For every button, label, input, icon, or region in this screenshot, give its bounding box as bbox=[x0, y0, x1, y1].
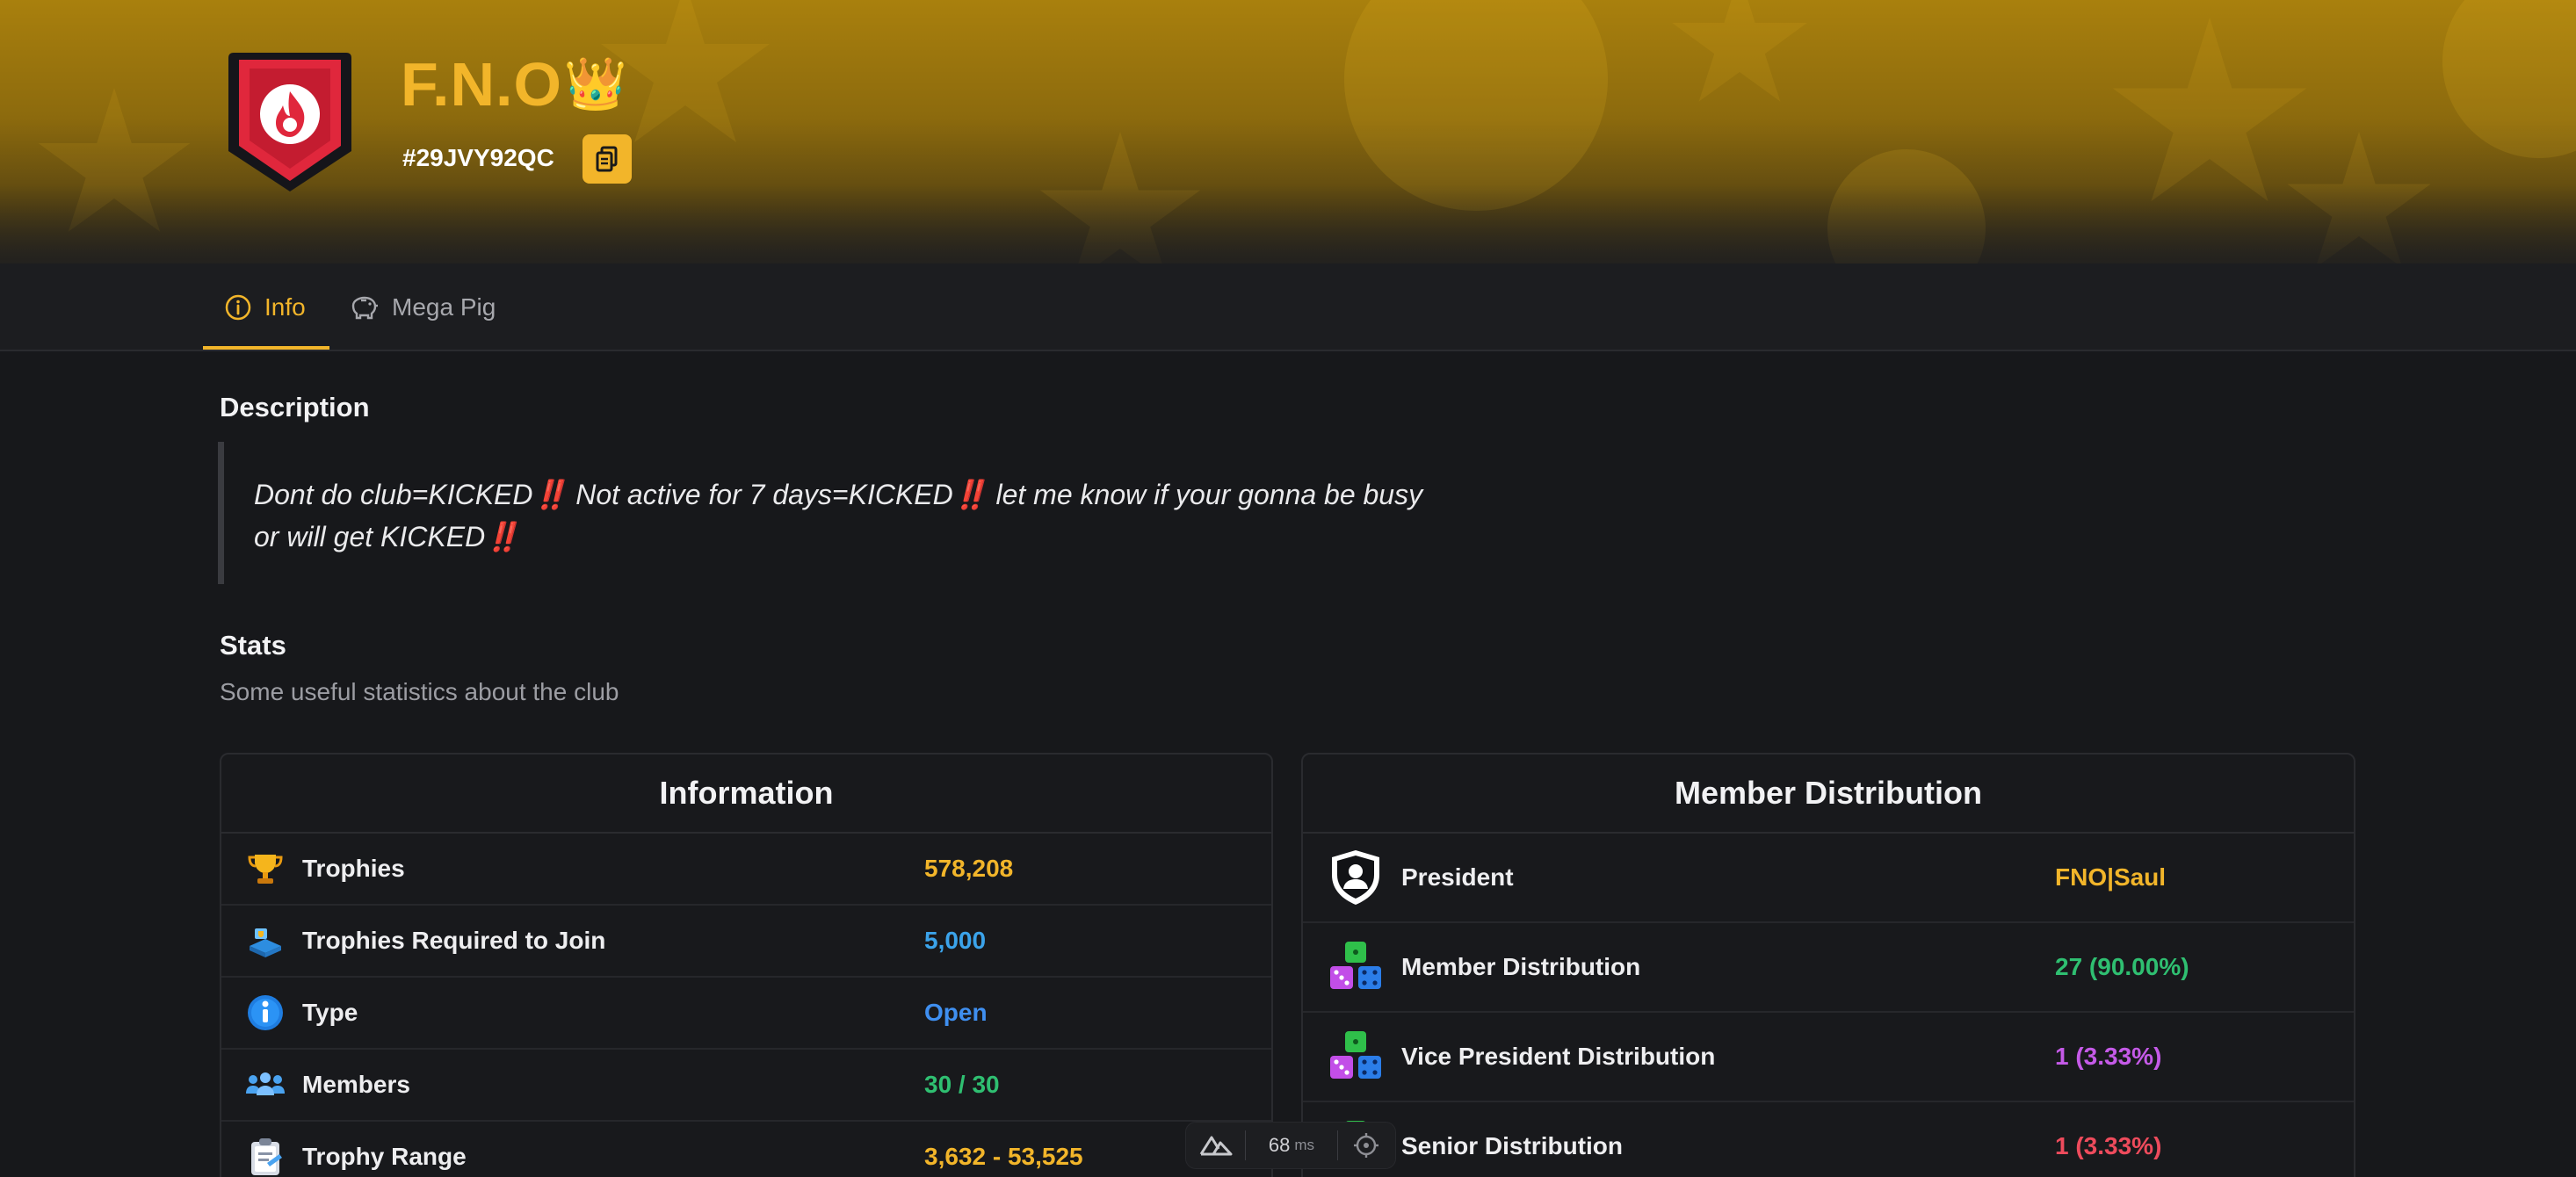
information-card-title: Information bbox=[221, 755, 1271, 834]
dist-label-vice-president: Vice President Distribution bbox=[1401, 1043, 1716, 1070]
tab-bar: Info Mega Pig bbox=[0, 264, 2576, 351]
double-exclamation-icon: ‼️ bbox=[952, 479, 988, 510]
crosshair-icon bbox=[1354, 1133, 1379, 1158]
dist-value-senior: 1 (3.33%) bbox=[2055, 1132, 2162, 1159]
info-label-type: Type bbox=[302, 999, 358, 1026]
info-row-required-trophies: Trophies Required to Join 5,000 bbox=[221, 906, 1271, 978]
info-row-type: Type Open bbox=[221, 978, 1271, 1050]
double-exclamation-icon: ‼️ bbox=[532, 479, 568, 510]
stats-heading: Stats bbox=[220, 630, 286, 661]
piggy-bank-icon bbox=[351, 296, 378, 320]
dist-label-member: Member Distribution bbox=[1401, 953, 1641, 980]
info-label-required-trophies: Trophies Required to Join bbox=[302, 927, 606, 954]
active-tab-indicator bbox=[203, 346, 329, 350]
nuxt-logo-icon bbox=[1199, 1136, 1233, 1156]
description-text: Dont do club=KICKED‼️ Not active for 7 d… bbox=[254, 479, 1423, 552]
president-shield-icon bbox=[1326, 848, 1386, 907]
info-value-trophy-range: 3,632 - 53,525 bbox=[924, 1143, 1083, 1170]
tab-mega-pig[interactable]: Mega Pig bbox=[348, 264, 496, 351]
double-exclamation-icon: ‼️ bbox=[485, 521, 521, 552]
description-quote: Dont do club=KICKED‼️ Not active for 7 d… bbox=[218, 442, 1501, 584]
info-circle-icon bbox=[225, 294, 251, 321]
dist-row-president: President FNO|Saul bbox=[1303, 834, 2354, 923]
tab-info-label: Info bbox=[264, 293, 306, 321]
dist-row-senior: Senior Distribution 1 (3.33%) bbox=[1303, 1102, 2354, 1177]
devtools-toolbar: 68 ms bbox=[1185, 1122, 1396, 1169]
clipboard-icon bbox=[242, 1134, 288, 1177]
dist-value-president[interactable]: FNO|Saul bbox=[2055, 863, 2166, 892]
dist-value-member: 27 (90.00%) bbox=[2055, 953, 2189, 980]
copy-icon bbox=[596, 146, 618, 172]
tab-info[interactable]: Info bbox=[224, 264, 306, 351]
trophy-icon bbox=[242, 846, 288, 892]
copy-tag-button[interactable] bbox=[582, 134, 632, 184]
members-icon bbox=[242, 1062, 288, 1108]
info-value-trophies: 578,208 bbox=[924, 855, 1014, 882]
info-value-required-trophies: 5,000 bbox=[924, 927, 987, 954]
club-badge-icon bbox=[228, 53, 351, 191]
member-distribution-card-title: Member Distribution bbox=[1303, 755, 2354, 834]
nuxt-devtools-button[interactable] bbox=[1186, 1123, 1245, 1168]
trophy-road-icon bbox=[242, 918, 288, 964]
dist-row-member: Member Distribution 27 (90.00%) bbox=[1303, 923, 2354, 1013]
club-name-text: F.N.O bbox=[401, 50, 562, 119]
crown-emoji: 👑 bbox=[563, 55, 629, 112]
info-row-trophies: Trophies 578,208 bbox=[221, 834, 1271, 906]
description-heading: Description bbox=[220, 392, 370, 422]
info-icon bbox=[242, 990, 288, 1036]
dist-label-senior: Senior Distribution bbox=[1401, 1132, 1623, 1159]
dist-value-vice-president: 1 (3.33%) bbox=[2055, 1043, 2162, 1070]
dist-label-president: President bbox=[1401, 863, 1514, 891]
club-tag: #29JVY92QC bbox=[402, 144, 554, 171]
dice-icon bbox=[1326, 1027, 1386, 1087]
info-label-trophy-range: Trophy Range bbox=[302, 1143, 467, 1170]
info-row-trophy-range: Trophy Range 3,632 - 53,525 bbox=[221, 1122, 1271, 1177]
club-banner bbox=[0, 0, 2576, 264]
dice-icon bbox=[1326, 937, 1386, 997]
info-value-type: Open bbox=[924, 999, 988, 1026]
tab-mega-pig-label: Mega Pig bbox=[392, 293, 496, 321]
render-latency: 68 ms bbox=[1268, 1134, 1315, 1156]
component-inspector-button[interactable] bbox=[1338, 1123, 1395, 1168]
info-row-members: Members 30 / 30 bbox=[221, 1050, 1271, 1122]
club-name: F.N.O 👑 bbox=[401, 49, 628, 119]
information-card: Information Trophies 578,208 Trophies Re… bbox=[220, 753, 1273, 1177]
member-distribution-card: Member Distribution President FNO|Saul M… bbox=[1301, 753, 2355, 1177]
info-label-members: Members bbox=[302, 1071, 410, 1098]
info-value-members: 30 / 30 bbox=[924, 1071, 1000, 1098]
stats-subtitle: Some useful statistics about the club bbox=[220, 678, 619, 705]
info-label-trophies: Trophies bbox=[302, 855, 405, 882]
dist-row-vice-president: Vice President Distribution 1 (3.33%) bbox=[1303, 1013, 2354, 1102]
